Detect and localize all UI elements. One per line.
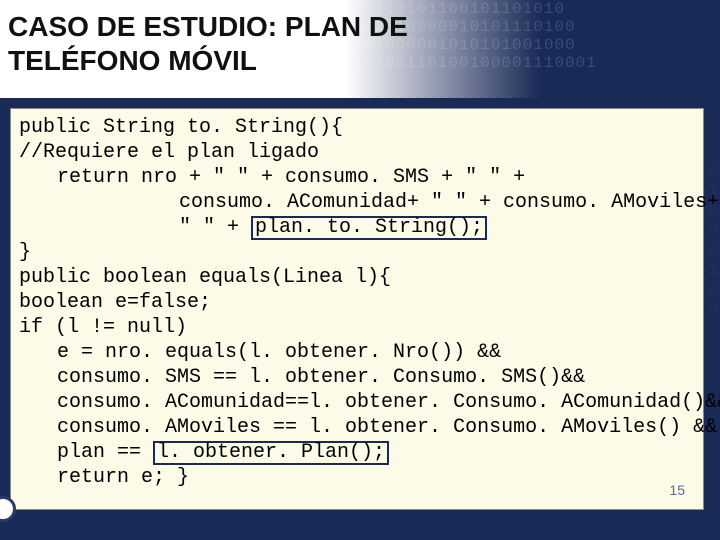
code-line: return nro + " " + consumo. SMS + " " + [19, 165, 695, 190]
code-line: consumo. SMS == l. obtener. Consumo. SMS… [19, 365, 695, 390]
code-line: //Requiere el plan ligado [19, 140, 695, 165]
code-line: plan == l. obtener. Plan(); [19, 440, 695, 465]
slide-title: CASO DE ESTUDIO: PLAN DE TELÉFONO MÓVIL [8, 10, 720, 78]
slide-header: CASO DE ESTUDIO: PLAN DE TELÉFONO MÓVIL [0, 0, 720, 98]
highlight-box: l. obtener. Plan(); [153, 441, 389, 465]
code-line: public String to. String(){ [19, 115, 695, 140]
slide-number: 15 [669, 478, 685, 503]
code-line: if (l != null) [19, 315, 695, 340]
code-fragment: plan == [57, 441, 153, 464]
slide: 1010100110101100101101010 10110010100000… [0, 0, 720, 540]
code-line: e = nro. equals(l. obtener. Nro()) && [19, 340, 695, 365]
code-fragment: " " + [179, 216, 251, 239]
highlight-box: plan. to. String(); [251, 216, 487, 240]
title-line-1: CASO DE ESTUDIO: PLAN DE [8, 11, 408, 42]
code-line: boolean e=false; [19, 290, 695, 315]
code-line: return e; } [19, 465, 695, 490]
code-line: } [19, 240, 695, 265]
code-line: consumo. AMoviles == l. obtener. Consumo… [19, 415, 695, 440]
side-binary-text: 0 1 0 0 0 1 0 0 [708, 160, 718, 320]
code-line: consumo. AComunidad==l. obtener. Consumo… [19, 390, 695, 415]
code-block: public String to. String(){ //Requiere e… [10, 108, 704, 510]
code-line: consumo. AComunidad+ " " + consumo. AMov… [19, 190, 695, 215]
code-line: public boolean equals(Linea l){ [19, 265, 695, 290]
code-line: " " + plan. to. String(); [19, 215, 695, 240]
title-line-2: TELÉFONO MÓVIL [8, 45, 257, 76]
